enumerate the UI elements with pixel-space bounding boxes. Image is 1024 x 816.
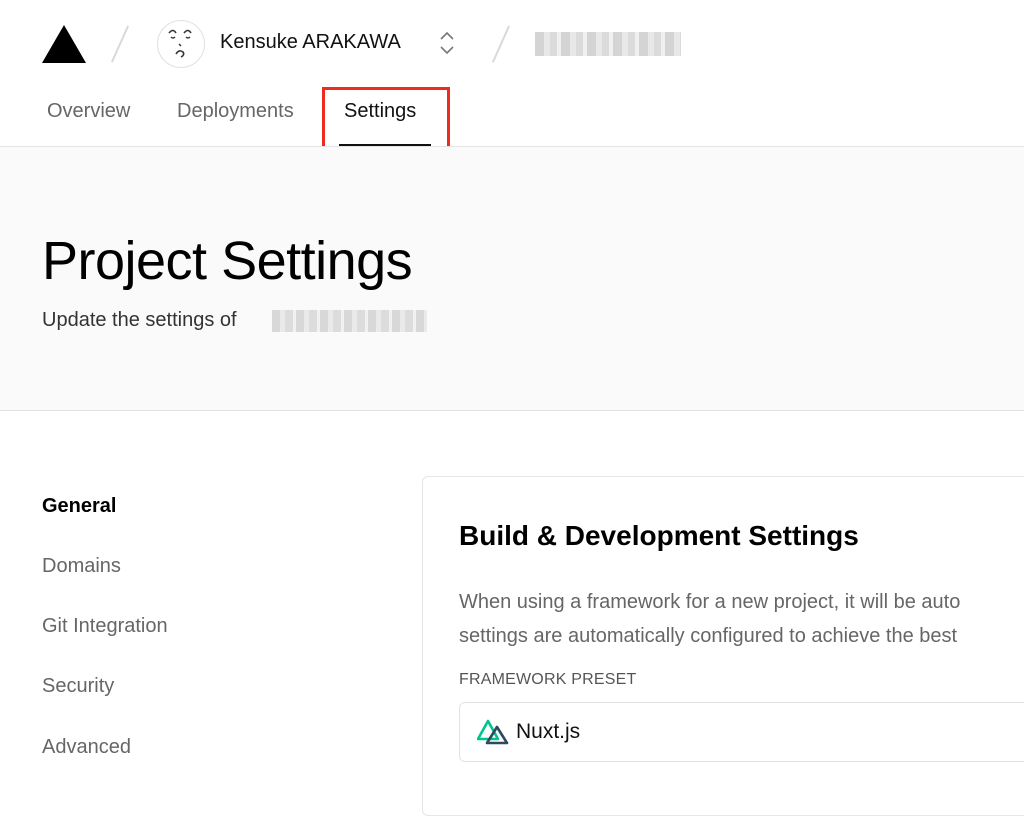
card-description: When using a framework for a new project… [459, 585, 960, 653]
card-description-line: settings are automatically configured to… [459, 625, 958, 647]
top-navigation: Kensuke ARAKAWA Overview Deployments Set… [0, 0, 1024, 163]
card-description-line: When using a framework for a new project… [459, 591, 961, 613]
tab-overview[interactable]: Overview [47, 100, 130, 123]
framework-preset-value: Nuxt.js [516, 720, 581, 743]
breadcrumb-separator [491, 25, 511, 63]
project-name-redacted [272, 310, 427, 332]
project-name-redacted[interactable] [535, 32, 681, 56]
framework-preset-label: FRAMEWORK PRESET [459, 671, 637, 688]
hero-divider [0, 410, 1024, 411]
tab-deployments[interactable]: Deployments [177, 100, 294, 123]
page-title: Project Settings [42, 231, 413, 291]
breadcrumb-separator [110, 25, 130, 63]
sidebar-item-security[interactable]: Security [42, 675, 114, 698]
chevron-up-down-icon[interactable] [436, 28, 458, 58]
sidebar-item-git-integration[interactable]: Git Integration [42, 615, 168, 638]
avatar-face-icon [168, 29, 192, 58]
triangle-logo-icon[interactable] [42, 25, 86, 63]
sidebar-item-general[interactable]: General [42, 495, 116, 518]
avatar[interactable] [157, 20, 205, 68]
sidebar-item-domains[interactable]: Domains [42, 555, 121, 578]
user-name[interactable]: Kensuke ARAKAWA [220, 31, 401, 54]
sidebar-item-advanced[interactable]: Advanced [42, 736, 131, 759]
page-subtitle: Update the settings of [42, 309, 237, 331]
nuxt-logo-icon [477, 719, 509, 745]
card-title: Build & Development Settings [459, 520, 859, 551]
